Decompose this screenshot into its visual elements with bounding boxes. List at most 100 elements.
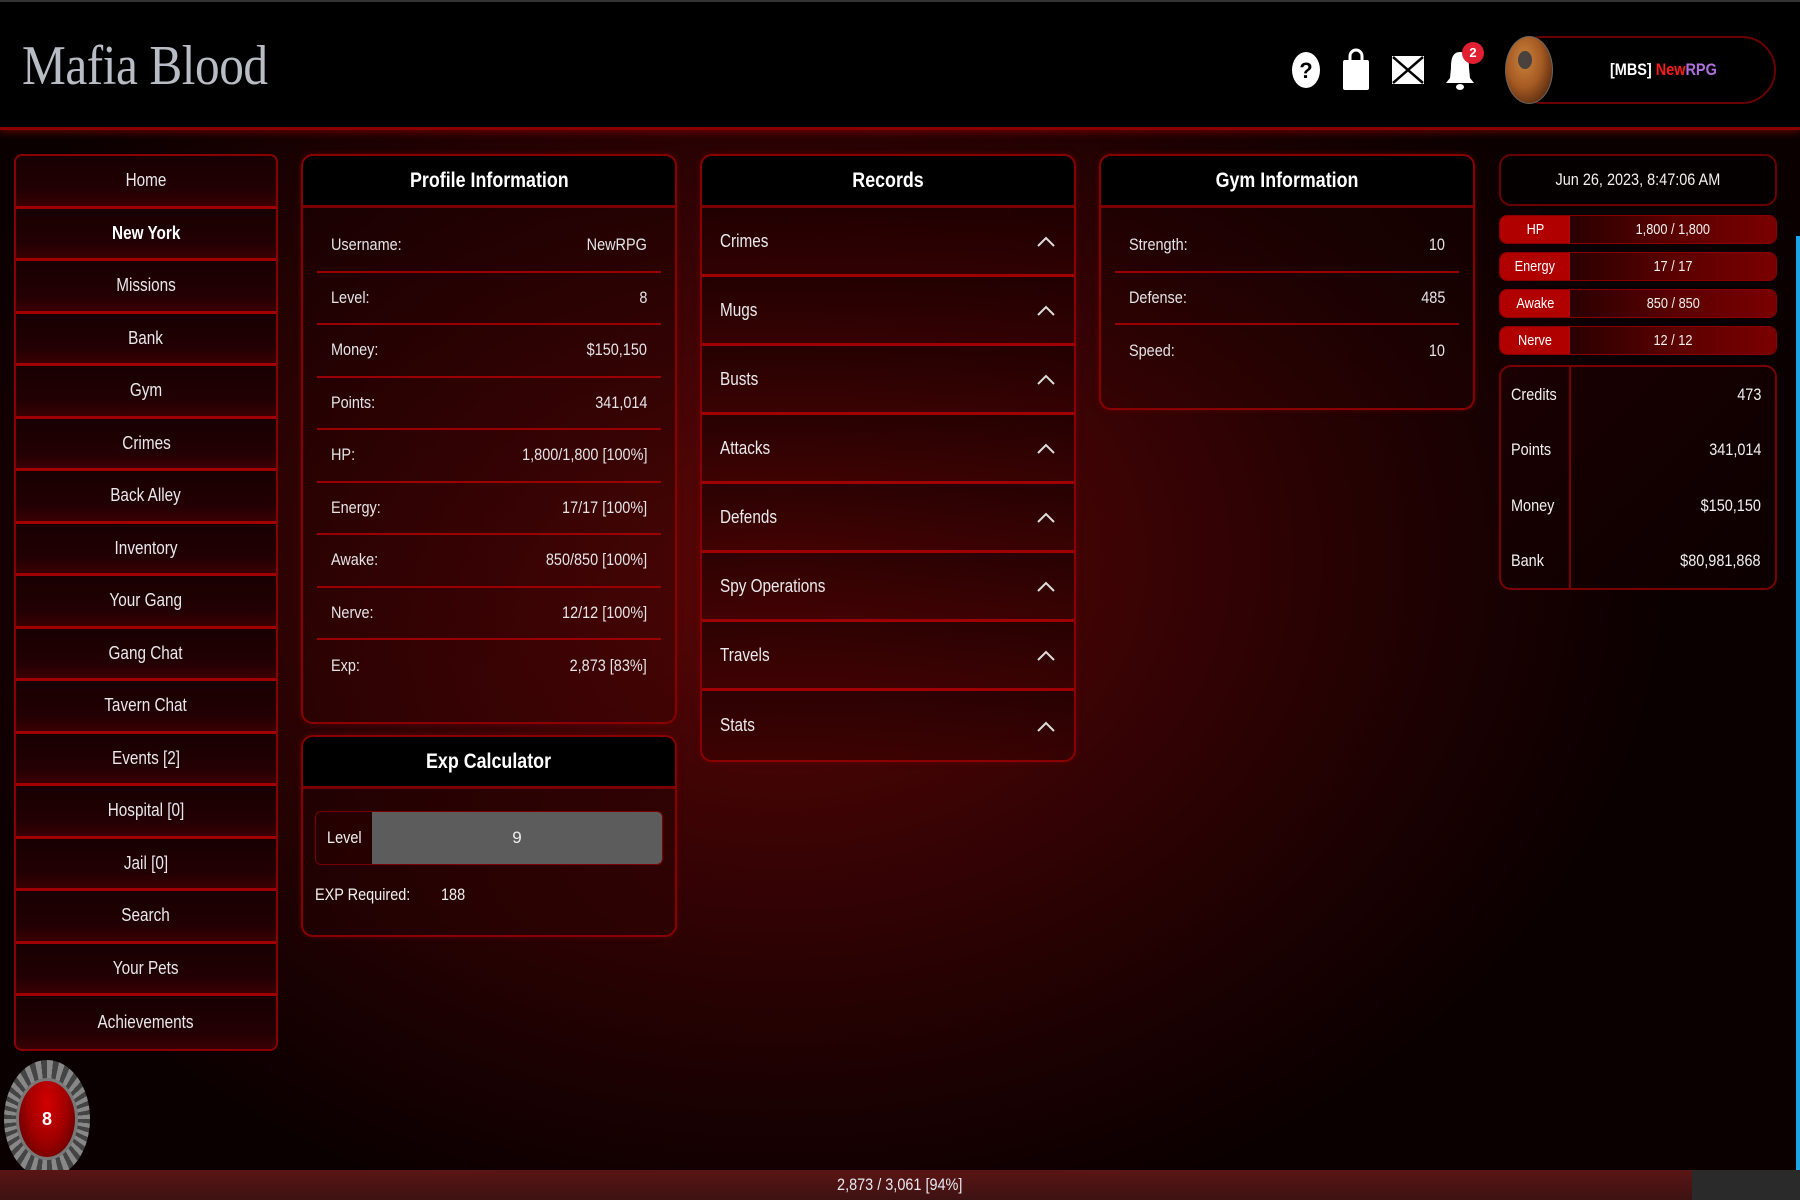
sidebar-item-crimes[interactable]: Crimes: [16, 418, 276, 471]
bar-value: 1,800 / 1,800: [1635, 221, 1711, 238]
resource-label-money: Money: [1511, 495, 1555, 515]
mail-button[interactable]: [1388, 46, 1428, 94]
energy-bar: Energy 17 / 17: [1499, 252, 1777, 281]
gym-row-defense: Defense: 485: [1115, 273, 1459, 325]
shop-bag-icon: [1343, 48, 1369, 90]
server-datetime: Jun 26, 2023, 8:47:06 AM: [1499, 154, 1777, 206]
records-item-stats[interactable]: Stats: [702, 691, 1074, 760]
profile-row-username: Username: NewRPG: [317, 220, 661, 273]
resource-value-points: 341,014: [1708, 440, 1761, 460]
username-part-2: RPG: [1685, 60, 1717, 79]
notifications-button[interactable]: 2: [1440, 42, 1484, 94]
bar-label: Nerve: [1500, 327, 1570, 354]
nav-label: Crimes: [121, 432, 171, 453]
sidebar-item-gang-chat[interactable]: Gang Chat: [16, 628, 276, 681]
sidebar-nav: Home New York Missions Bank Gym Crimes B…: [14, 154, 278, 1051]
exp-required-label: EXP Required:: [315, 885, 411, 904]
chevron-up-icon: [1037, 443, 1055, 454]
user-display-name[interactable]: [MBS] NewRPG: [1610, 60, 1717, 80]
bar-label: HP: [1500, 216, 1570, 243]
help-button[interactable]: ?: [1286, 46, 1326, 94]
gym-row-speed: Speed: 10: [1129, 341, 1445, 361]
user-avatar[interactable]: [1505, 36, 1553, 104]
chevron-up-icon: [1037, 512, 1055, 523]
nav-label: Bank: [128, 327, 164, 348]
nav-label: New York: [111, 222, 181, 243]
sidebar-item-new-york[interactable]: New York: [16, 208, 276, 261]
sidebar-item-hospital[interactable]: Hospital [0]: [16, 786, 276, 839]
records-item-mugs[interactable]: Mugs: [702, 277, 1074, 346]
nav-label: Your Pets: [113, 957, 179, 978]
awake-bar: Awake 850 / 850: [1499, 289, 1777, 318]
mail-icon: [1392, 56, 1424, 84]
resource-value-money: $150,150: [1700, 495, 1761, 515]
sidebar-item-tavern-chat[interactable]: Tavern Chat: [16, 681, 276, 734]
bar-value: 17 / 17: [1653, 258, 1693, 275]
profile-row-exp: Exp: 2,873 [83%]: [331, 656, 647, 676]
scrollbar[interactable]: [1796, 236, 1800, 1200]
nav-label: Inventory: [114, 537, 178, 558]
exp-calculator-panel: Exp Calculator Level 9 EXP Required: 188: [301, 735, 677, 937]
level-input-label: Level: [316, 812, 372, 864]
gym-row-strength: Strength: 10: [1115, 220, 1459, 273]
username-part-1: New: [1655, 60, 1686, 79]
nav-label: Tavern Chat: [104, 695, 188, 716]
nerve-bar: Nerve 12 / 12: [1499, 326, 1777, 355]
resource-label-points: Points: [1511, 440, 1552, 460]
experience-progress-text: 2,873 / 3,061 [94%]: [837, 1175, 963, 1194]
panel-title: Profile Information: [303, 156, 675, 208]
experience-progress-bar: 2,873 / 3,061 [94%]: [0, 1170, 1800, 1200]
panel-title: Exp Calculator: [303, 737, 675, 789]
level-badge-value: 8: [16, 1078, 78, 1160]
level-input-group: Level 9: [315, 811, 663, 865]
sidebar-item-missions[interactable]: Missions: [16, 261, 276, 314]
notification-count-badge: 2: [1462, 42, 1484, 64]
level-input[interactable]: 9: [372, 812, 662, 864]
sidebar-item-achievements[interactable]: Achievements: [16, 996, 276, 1049]
sidebar-item-bank[interactable]: Bank: [16, 313, 276, 366]
level-badge: 8: [4, 1060, 90, 1178]
records-item-spy-operations[interactable]: Spy Operations: [702, 553, 1074, 622]
profile-row-energy: Energy: 17/17 [100%]: [317, 483, 661, 535]
shop-button[interactable]: [1336, 46, 1376, 94]
records-item-crimes[interactable]: Crimes: [702, 208, 1074, 277]
sidebar-item-gym[interactable]: Gym: [16, 366, 276, 419]
sidebar-item-home[interactable]: Home: [16, 156, 276, 209]
records-item-attacks[interactable]: Attacks: [702, 415, 1074, 484]
resource-label-credits: Credits: [1511, 384, 1557, 404]
nav-label: Jail [0]: [123, 852, 169, 873]
records-item-defends[interactable]: Defends: [702, 484, 1074, 553]
profile-row-points: Points: 341,014: [317, 378, 661, 430]
nav-label: Back Alley: [110, 485, 182, 506]
sidebar-item-jail[interactable]: Jail [0]: [16, 838, 276, 891]
profile-row-awake: Awake: 850/850 [100%]: [317, 535, 661, 588]
nav-label: Hospital [0]: [107, 800, 185, 821]
records-item-travels[interactable]: Travels: [702, 622, 1074, 691]
profile-row-hp: HP: 1,800/1,800 [100%]: [317, 430, 661, 483]
sidebar-item-your-gang[interactable]: Your Gang: [16, 576, 276, 629]
sidebar-item-your-pets[interactable]: Your Pets: [16, 943, 276, 996]
site-logo[interactable]: Mafia Blood: [22, 34, 268, 98]
chevron-up-icon: [1037, 581, 1055, 592]
chevron-up-icon: [1037, 650, 1055, 661]
records-item-busts[interactable]: Busts: [702, 346, 1074, 415]
nav-label: Your Gang: [109, 590, 183, 611]
sidebar-item-search[interactable]: Search: [16, 891, 276, 944]
resource-label-bank: Bank: [1511, 551, 1544, 571]
top-header: Mafia Blood ? 2 [MBS] NewRPG: [0, 0, 1800, 130]
records-panel: Records Crimes Mugs Busts Attacks Defend…: [700, 154, 1076, 762]
gang-tag: [MBS]: [1610, 60, 1652, 79]
sidebar-item-events[interactable]: Events [2]: [16, 733, 276, 786]
nav-label: Search: [121, 905, 171, 926]
bar-value: 12 / 12: [1653, 332, 1693, 349]
sidebar-item-inventory[interactable]: Inventory: [16, 523, 276, 576]
bar-value: 850 / 850: [1646, 295, 1700, 312]
profile-information-panel: Profile Information Username: NewRPG Leve…: [301, 154, 677, 724]
chevron-up-icon: [1037, 305, 1055, 316]
nav-label: Achievements: [97, 1011, 195, 1032]
resources-table: Credits Points Money Bank 473 341,014 $1…: [1499, 365, 1777, 590]
profile-row-nerve: Nerve: 12/12 [100%]: [317, 588, 661, 640]
gym-information-panel: Gym Information Strength: 10 Defense: 485 …: [1099, 154, 1475, 410]
svg-text:?: ?: [1299, 58, 1312, 83]
sidebar-item-back-alley[interactable]: Back Alley: [16, 471, 276, 524]
